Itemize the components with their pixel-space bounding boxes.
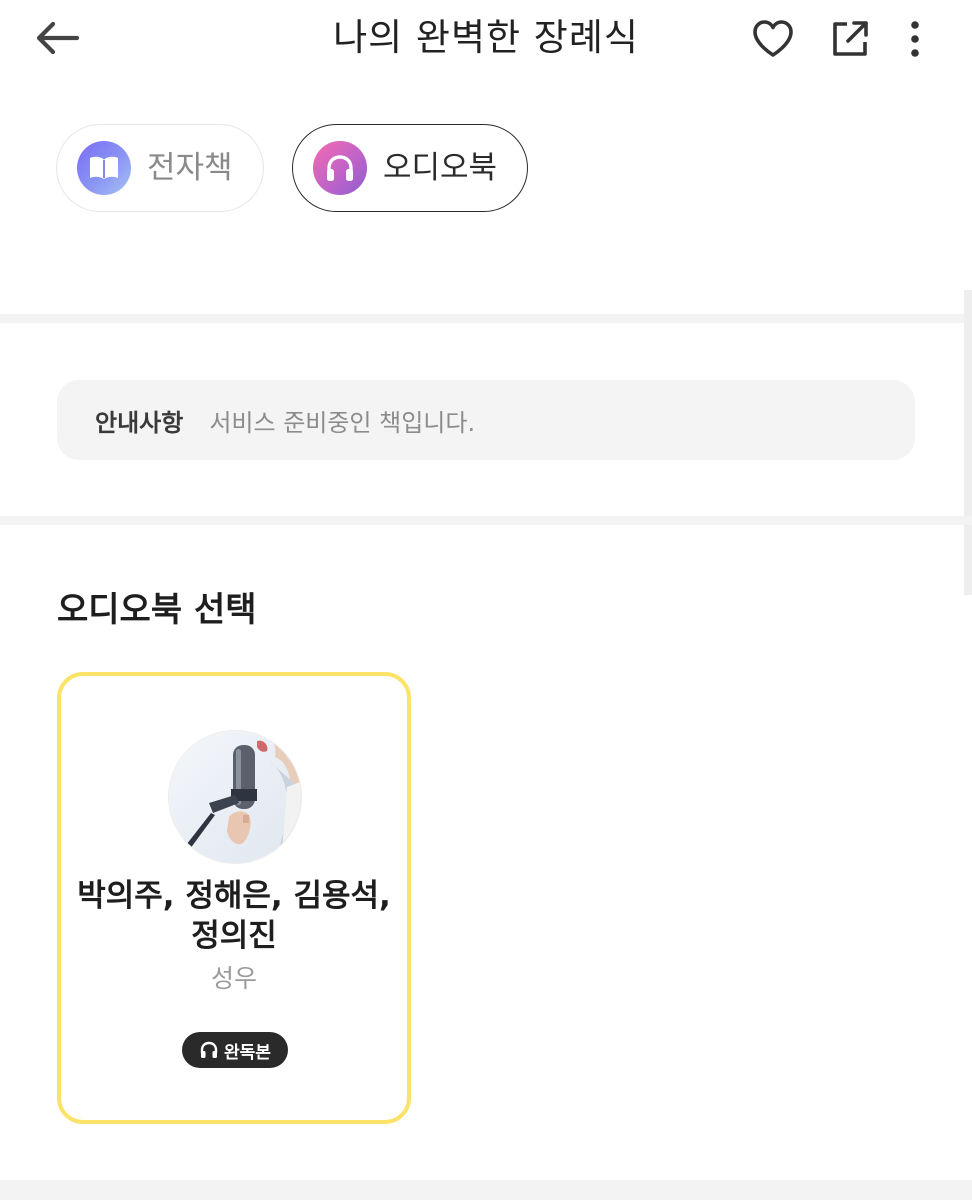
badge-label: 완독본 — [224, 1042, 271, 1063]
book-icon — [77, 141, 131, 195]
edition-badge: 완독본 — [182, 1032, 288, 1068]
chip-label-audiobook: 오디오북 — [383, 150, 498, 186]
notice-text: 서비스 준비중인 책입니다. — [209, 408, 476, 437]
chip-label-ebook: 전자책 — [147, 150, 233, 186]
external-share-icon — [833, 21, 868, 56]
narrator-names: 박의주, 정해은, 김용석, 정의진 — [77, 878, 391, 954]
format-chip-audiobook[interactable]: 오디오북 — [292, 124, 528, 212]
section-divider — [0, 516, 972, 525]
narrator-role: 성우 — [210, 964, 257, 993]
arrow-left-icon — [36, 21, 80, 55]
audiobook-detail-page: 나의 완벽한 장례식 전자책 오디오북 안내사항 서비스 준비중인 책입니다. … — [0, 0, 972, 1200]
more-options-button[interactable] — [890, 14, 940, 64]
page-title: 나의 완벽한 장례식 — [333, 16, 639, 59]
section-divider — [0, 1180, 972, 1200]
back-button[interactable] — [28, 14, 86, 62]
narrator-avatar — [168, 730, 302, 864]
notice-label: 안내사항 — [95, 408, 184, 437]
audiobook-option-card[interactable]: 박의주, 정해은, 김용석, 정의진 성우 완독본 — [57, 672, 411, 1124]
format-chip-ebook[interactable]: 전자책 — [56, 124, 264, 212]
headphones-icon — [313, 141, 367, 195]
notice-banner: 안내사항 서비스 준비중인 책입니다. — [57, 380, 915, 460]
heart-icon — [753, 20, 793, 57]
top-app-bar: 나의 완벽한 장례식 — [0, 0, 972, 80]
section-divider — [0, 314, 972, 323]
wishlist-button[interactable] — [747, 14, 799, 64]
headphones-icon — [200, 1041, 218, 1058]
more-vertical-icon — [911, 21, 919, 57]
scrollbar[interactable] — [964, 290, 972, 595]
share-button[interactable] — [824, 14, 876, 64]
section-title: 오디오북 선택 — [57, 590, 257, 630]
